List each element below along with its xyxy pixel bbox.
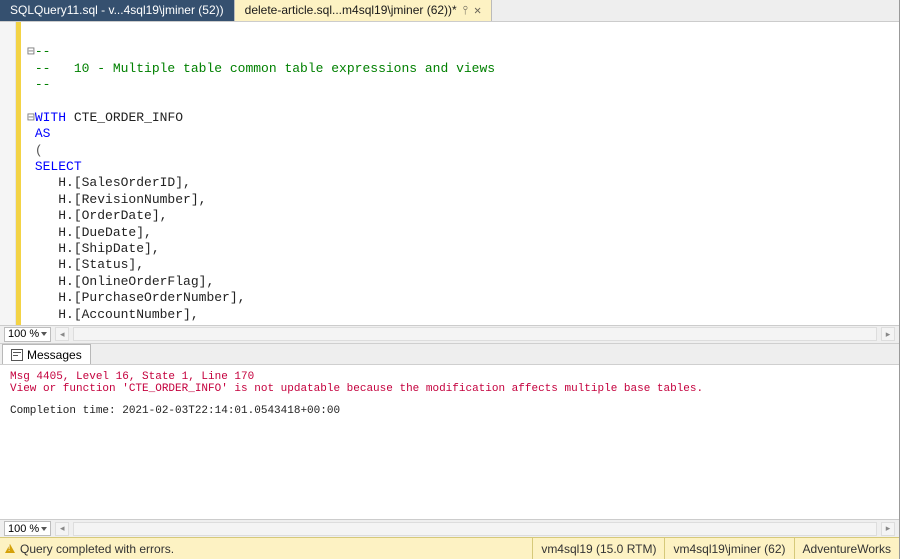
error-detail: View or function 'CTE_ORDER_INFO' is not… <box>10 383 889 395</box>
scroll-right-icon[interactable]: ▸ <box>881 522 895 536</box>
editor-hscroll[interactable] <box>73 327 877 341</box>
messages-panel[interactable]: Msg 4405, Level 16, State 1, Line 170 Vi… <box>0 364 899 519</box>
zoom-value: 100 % <box>8 523 39 535</box>
keyword-select: SELECT <box>35 159 82 174</box>
zoom-value: 100 % <box>8 328 39 340</box>
tab-label: SQLQuery11.sql - v...4sql19\jminer (52)) <box>10 3 224 17</box>
column-ref: H.[OrderDate], <box>58 208 167 223</box>
messages-zoom-bar: 100 % ◂ ▸ <box>0 519 899 537</box>
column-ref: H.[RevisionNumber], <box>58 192 206 207</box>
tab-sqlquery11[interactable]: SQLQuery11.sql - v...4sql19\jminer (52)) <box>0 0 235 21</box>
tab-delete-article[interactable]: delete-article.sql...m4sql19\jminer (62)… <box>235 0 493 21</box>
chevron-down-icon <box>41 332 47 336</box>
cte-name: CTE_ORDER_INFO <box>74 110 183 125</box>
status-warning-icon <box>0 544 20 553</box>
tab-label: delete-article.sql...m4sql19\jminer (62)… <box>245 3 457 17</box>
outline-gutter <box>0 22 16 325</box>
code-area[interactable]: ⊟-- -- 10 - Multiple table common table … <box>21 22 501 325</box>
status-login: vm4sql19\jminer (62) <box>664 538 793 559</box>
pin-icon[interactable]: ⫯ <box>463 3 468 18</box>
column-ref: H.[OnlineOrderFlag], <box>58 274 214 289</box>
status-bar: Query completed with errors. vm4sql19 (1… <box>0 537 899 559</box>
messages-tab-label: Messages <box>27 348 82 362</box>
status-database: AdventureWorks <box>794 538 899 559</box>
messages-icon <box>11 349 23 361</box>
column-ref: H.[Status], <box>58 257 144 272</box>
error-header: Msg 4405, Level 16, State 1, Line 170 <box>10 371 889 383</box>
column-ref: H.[SalesOrderID], <box>58 175 191 190</box>
messages-zoom-select[interactable]: 100 % <box>4 521 51 536</box>
column-ref: H.[AccountNumber], <box>58 307 198 322</box>
editor-zoom-select[interactable]: 100 % <box>4 327 51 342</box>
status-text: Query completed with errors. <box>20 542 532 556</box>
tab-messages[interactable]: Messages <box>2 344 91 364</box>
collapse-icon[interactable]: ⊟ <box>27 110 35 125</box>
column-ref: H.[ShipDate], <box>58 241 159 256</box>
tab-bar: SQLQuery11.sql - v...4sql19\jminer (52))… <box>0 0 899 22</box>
messages-hscroll[interactable] <box>73 522 877 536</box>
completion-time: Completion time: 2021-02-03T22:14:01.054… <box>10 405 889 417</box>
close-icon[interactable]: ✕ <box>474 3 481 17</box>
column-ref: H.[PurchaseOrderNumber], <box>58 290 245 305</box>
chevron-down-icon <box>41 527 47 531</box>
column-ref: H.[DueDate], <box>58 225 152 240</box>
results-tabs: Messages <box>0 343 899 365</box>
open-paren: ( <box>35 143 43 158</box>
status-server: vm4sql19 (15.0 RTM) <box>532 538 664 559</box>
scroll-right-icon[interactable]: ▸ <box>881 327 895 341</box>
editor-zoom-bar: 100 % ◂ ▸ <box>0 325 899 343</box>
scroll-left-icon[interactable]: ◂ <box>55 522 69 536</box>
collapse-icon[interactable]: ⊟ <box>27 44 35 59</box>
scroll-left-icon[interactable]: ◂ <box>55 327 69 341</box>
comment-line: -- <box>35 77 51 92</box>
comment-line: -- 10 - Multiple table common table expr… <box>35 61 495 76</box>
keyword-as: AS <box>35 126 51 141</box>
comment-line: -- <box>35 44 51 59</box>
sql-editor[interactable]: ⊟-- -- 10 - Multiple table common table … <box>0 22 899 325</box>
keyword-with: WITH <box>35 110 66 125</box>
editor-pane: ⊟-- -- 10 - Multiple table common table … <box>0 22 899 343</box>
